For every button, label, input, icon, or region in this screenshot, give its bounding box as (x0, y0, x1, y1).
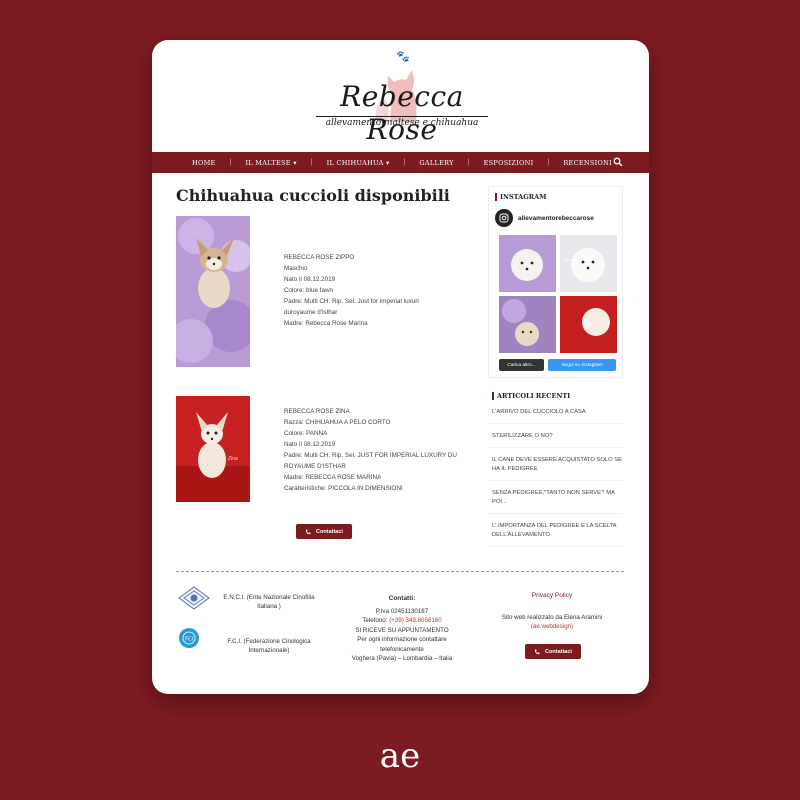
puppy-photo[interactable]: Zina (176, 396, 250, 502)
puppy-detail: Padre: Multi CH. Rip. Sel. Just for impe… (284, 298, 419, 305)
phone-line: Telefono: (+39) 349.8058160 (332, 616, 472, 626)
nav-separator: | (229, 159, 232, 166)
website-card: 🐾 Rebecca Rose allevamento maltese e chi… (152, 40, 649, 694)
nav-item-maltese[interactable]: IL MALTESE ▾ (245, 159, 296, 167)
puppy-detail: Colore: blue fawn (284, 287, 334, 294)
address: Voghera (Pavia) – Lombardia – Italia (351, 655, 453, 662)
vat-number: P.Iva 02451130187 (375, 607, 429, 615)
puppy-detail: Colore: PANNA (284, 430, 328, 437)
site-header: 🐾 Rebecca Rose allevamento maltese e chi… (152, 40, 649, 152)
instagram-profile[interactable]: allevamentorebeccarose (495, 209, 616, 227)
info-note: Per ogni informazione contattare telefon… (357, 636, 447, 653)
recent-article-link[interactable]: SENZA PEDIGREE,"TANTO NON SERVE"! MA POI… (488, 481, 623, 514)
puppy-detail: Razza: CHIHUAHUA A PELO CORTO (284, 419, 391, 426)
nav-label: IL CHIHUAHUA (326, 158, 384, 167)
nav-label: IL MALTESE (245, 158, 291, 167)
contacts-title: Contatti: (388, 595, 416, 602)
puppy-detail: Madre: REBECCA ROSE MARINA (284, 474, 382, 481)
fci-logo-icon[interactable]: FCI (178, 627, 200, 649)
phone-icon (305, 529, 311, 534)
puppy-name: REBECCA ROSE ZIPPO (284, 254, 355, 261)
instagram-tile[interactable]: Browse (560, 235, 617, 292)
follow-instagram-button[interactable]: Segui su Instagram (548, 359, 616, 371)
footer-divider (176, 571, 624, 572)
instagram-grid: Browse (499, 235, 617, 353)
instagram-actions: Carica altro... Segui su Instagram (499, 359, 616, 371)
agency-logo: ae (380, 736, 420, 776)
recent-article-link[interactable]: L' IMPORTANZA DEL PEDIGREE E LA SCELTA D… (488, 514, 623, 547)
instagram-icon (495, 209, 513, 227)
brand-title: Rebecca Rose (340, 80, 464, 146)
fci-label: F.C.I. (Federazione Cinologica Internazi… (227, 638, 311, 654)
nav-separator: | (547, 159, 550, 166)
enci-label: E.N.C.I. (Ente Nazionale Cinofilia Itali… (223, 594, 315, 610)
site-credit-text: Sito web realizzato da Elena Aramini (501, 614, 603, 621)
sidebar: INSTAGRAM allevamentorebeccarose Browse (488, 186, 623, 547)
phone-link[interactable]: (+39) 349.8058160 (389, 617, 441, 624)
puppy-detail: ROYAUME D'ISTHAR (284, 463, 346, 470)
instagram-tile[interactable] (499, 296, 556, 353)
nav-item-recensioni[interactable]: RECENSIONI (563, 159, 612, 167)
footer-contact-button[interactable]: Contattaci (525, 644, 581, 659)
load-more-button[interactable]: Carica altro... (499, 359, 544, 371)
nav-separator: | (310, 159, 313, 166)
appointment-note: SI RICEVE SU APPUNTAMENTO (355, 626, 449, 634)
puppy-detail: Maschio (284, 265, 308, 272)
nav-separator: | (467, 159, 470, 166)
puppy-name: REBECCA ROSE ZINA (284, 408, 350, 415)
recent-articles-widget: ARTICOLI RECENTI L'ARRIVO DEL CUCCIOLO A… (488, 392, 623, 547)
puppy-detail: Madre: Rebecca Rose Marina (284, 320, 368, 327)
instagram-widget: INSTAGRAM allevamentorebeccarose Browse (488, 186, 623, 378)
chevron-down-icon: ▾ (293, 158, 297, 167)
puppy-info: REBECCA ROSE ZINA Razza: CHIHUAHUA A PEL… (284, 406, 464, 494)
phone-label: Telefono: (362, 617, 388, 624)
paw-icon: 🐾 (396, 51, 410, 63)
photo-caption: Zina (228, 456, 238, 462)
puppy-detail: Nato il 08.12.2019 (284, 441, 336, 448)
puppy-photo[interactable] (169, 216, 257, 367)
instagram-widget-title: INSTAGRAM (495, 193, 616, 201)
instagram-tile[interactable] (560, 296, 617, 353)
main-nav: HOME | IL MALTESE ▾ | IL CHIHUAHUA ▾ | G… (152, 152, 649, 173)
privacy-policy-link[interactable]: Privacy Policy (482, 592, 622, 599)
nav-item-chihuahua[interactable]: IL CHIHUAHUA ▾ (327, 159, 390, 167)
puppy-detail: Padre: Multi CH. Rip. Sel. JUST FOR IMPE… (284, 452, 457, 459)
brand-subtitle: allevamento maltese e chihuahua (316, 116, 488, 128)
nav-item-esposizioni[interactable]: ESPOSIZIONI (484, 159, 534, 167)
puppy-photo-image (176, 396, 250, 502)
svg-text:FCI: FCI (185, 637, 193, 643)
recent-article-link[interactable]: L'ARRIVO DEL CUCCIOLO A CASA (488, 400, 623, 424)
search-icon[interactable] (613, 157, 623, 167)
puppy-detail: duroyaume d'isthar (284, 309, 338, 316)
site-footer: E.N.C.I. (Ente Nazionale Cinofilia Itali… (152, 580, 649, 690)
recent-articles-title: ARTICOLI RECENTI (492, 392, 623, 400)
enci-logo-icon[interactable] (178, 586, 210, 610)
agency-logo-text: ae (380, 736, 420, 776)
chevron-down-icon: ▾ (386, 158, 390, 167)
phone-icon (534, 649, 540, 654)
nav-item-gallery[interactable]: GALLERY (419, 159, 453, 167)
tile-caption: Browse (564, 257, 578, 262)
brand-logo[interactable]: 🐾 Rebecca Rose allevamento maltese e chi… (302, 46, 502, 146)
instagram-tile[interactable] (499, 235, 556, 292)
recent-article-link[interactable]: IL CANE DEVE ESSERE ACQUISTATO SOLO SE H… (488, 448, 623, 481)
site-credit: Sito web realizzato da Elena Aramini (ae… (482, 613, 622, 631)
puppy-detail: Caratteristiche: PICCOLA IN DIMENSIONI (284, 485, 403, 492)
footer-contact-button-label: Contattaci (545, 648, 572, 655)
contact-button-label: Contattaci (316, 528, 343, 535)
nav-item-home[interactable]: HOME (192, 159, 216, 167)
contact-button[interactable]: Contattaci (296, 524, 352, 539)
main-content: Chihuahua cuccioli disponibili REBECCA R… (169, 186, 466, 539)
puppy-info: REBECCA ROSE ZIPPO Maschio Nato il 08.12… (284, 252, 464, 329)
puppy-photo-image (169, 216, 257, 367)
instagram-username: allevamentorebeccarose (518, 214, 594, 222)
nav-separator: | (403, 159, 406, 166)
puppy-detail: Nato il 08.12.2019 (284, 276, 336, 283)
site-credit-link[interactable]: (ae.webdesign) (482, 622, 622, 631)
recent-article-link[interactable]: STERILIZZARE O NO? (488, 424, 623, 448)
page-title: Chihuahua cuccioli disponibili (176, 186, 450, 205)
contact-info: Contatti: P.Iva 02451130187 Telefono: (+… (332, 594, 472, 664)
